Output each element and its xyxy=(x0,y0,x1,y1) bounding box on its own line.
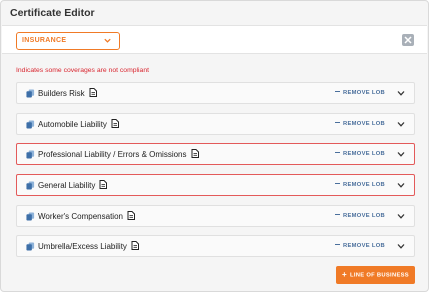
lob-label-wrap: Worker's Compensation xyxy=(38,211,135,221)
remove-lob-button[interactable]: REMOVE LOB xyxy=(335,121,385,127)
minus-icon xyxy=(335,151,341,153)
remove-lob-button[interactable]: REMOVE LOB xyxy=(335,182,385,188)
toolbar: INSURANCE xyxy=(2,25,427,54)
lob-row[interactable]: Worker's Compensation REMOVE LOB xyxy=(16,205,415,227)
lob-label-wrap: Umbrella/Excess Liability xyxy=(38,241,139,251)
remove-lob-label: REMOVE LOB xyxy=(343,151,385,157)
remove-lob-label: REMOVE LOB xyxy=(343,90,385,96)
coverage-icon xyxy=(26,89,35,98)
chevron-down-icon[interactable] xyxy=(397,213,405,220)
lob-label: Automobile Liability xyxy=(38,120,107,129)
chevron-down-icon[interactable] xyxy=(397,182,405,189)
lob-label-wrap: Professional Liability / Errors & Omissi… xyxy=(38,149,199,159)
chevron-down-icon[interactable] xyxy=(397,151,405,158)
lob-row[interactable]: Professional Liability / Errors & Omissi… xyxy=(16,143,415,165)
document-icon[interactable] xyxy=(111,119,119,128)
coverage-icon xyxy=(26,181,35,190)
coverage-icon xyxy=(26,242,35,251)
remove-lob-button[interactable]: REMOVE LOB xyxy=(335,213,385,219)
document-icon[interactable] xyxy=(99,180,108,189)
lob-label: Builders Risk xyxy=(38,89,85,98)
minus-icon xyxy=(335,243,341,245)
chevron-down-icon[interactable] xyxy=(397,90,405,97)
close-button[interactable] xyxy=(402,34,414,46)
lob-row[interactable]: Automobile Liability REMOVE LOB xyxy=(16,113,415,135)
chevron-down-icon[interactable] xyxy=(397,243,405,250)
panel-title: Certificate Editor xyxy=(10,7,95,19)
lob-label: Umbrella/Excess Liability xyxy=(38,242,127,251)
close-icon xyxy=(404,36,412,44)
remove-lob-label: REMOVE LOB xyxy=(343,213,385,219)
document-icon[interactable] xyxy=(89,88,97,97)
document-icon[interactable] xyxy=(131,241,139,250)
compliance-warning: Indicates some coverages are not complia… xyxy=(16,67,149,74)
coverage-type-value: INSURANCE xyxy=(22,37,67,44)
chevron-down-icon xyxy=(104,38,111,43)
minus-icon xyxy=(335,121,341,123)
coverage-icon xyxy=(26,120,35,129)
lob-label: General Liability xyxy=(38,181,96,190)
certificate-editor-panel: Certificate Editor INSURANCE Indicates s… xyxy=(0,0,429,292)
remove-lob-button[interactable]: REMOVE LOB xyxy=(335,243,385,249)
lob-row[interactable]: Umbrella/Excess Liability REMOVE LOB xyxy=(16,235,415,257)
minus-icon xyxy=(335,90,341,92)
coverage-icon xyxy=(26,212,35,221)
document-icon[interactable] xyxy=(127,211,135,220)
lob-label-wrap: General Liability xyxy=(38,180,108,190)
remove-lob-label: REMOVE LOB xyxy=(343,121,385,127)
coverage-type-select[interactable]: INSURANCE xyxy=(16,32,120,50)
remove-lob-button[interactable]: REMOVE LOB xyxy=(335,90,385,96)
add-line-of-business-label: LINE OF BUSINESS xyxy=(350,272,409,279)
lob-label: Worker's Compensation xyxy=(38,212,123,221)
plus-icon: + xyxy=(342,270,348,279)
lob-label-wrap: Automobile Liability xyxy=(38,119,119,129)
lob-label: Professional Liability / Errors & Omissi… xyxy=(38,150,187,159)
minus-icon xyxy=(335,213,341,215)
lob-row[interactable]: Builders Risk REMOVE LOB xyxy=(16,82,415,104)
document-icon[interactable] xyxy=(191,149,199,158)
remove-lob-button[interactable]: REMOVE LOB xyxy=(335,151,385,157)
lob-row[interactable]: General Liability REMOVE LOB xyxy=(16,174,415,196)
remove-lob-label: REMOVE LOB xyxy=(343,182,385,188)
lob-label-wrap: Builders Risk xyxy=(38,88,97,98)
remove-lob-label: REMOVE LOB xyxy=(343,243,385,249)
add-line-of-business-button[interactable]: + LINE OF BUSINESS xyxy=(336,266,415,284)
coverage-icon xyxy=(26,150,35,159)
chevron-down-icon[interactable] xyxy=(397,121,405,128)
minus-icon xyxy=(335,182,341,184)
